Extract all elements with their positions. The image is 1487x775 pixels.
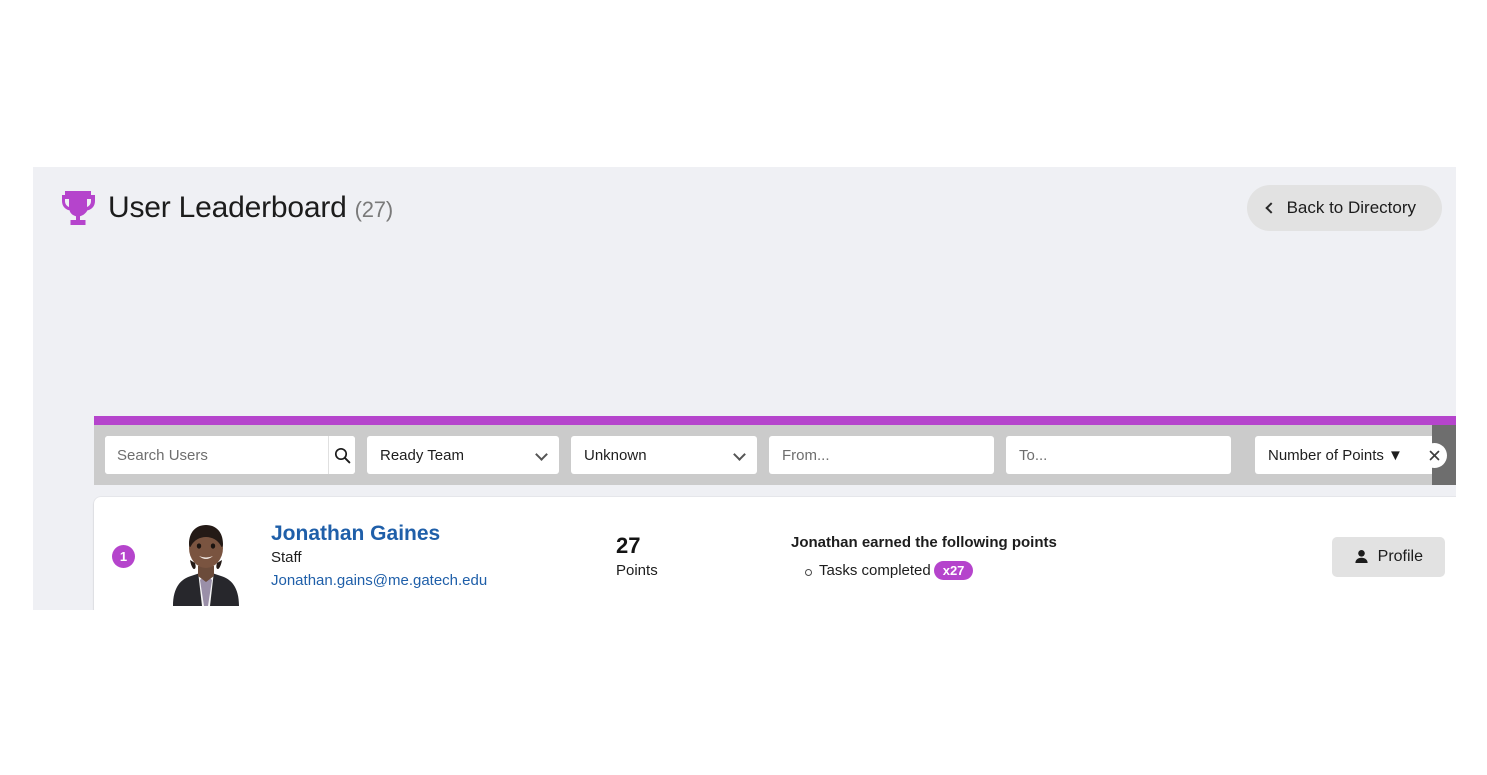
back-to-directory-label: Back to Directory xyxy=(1286,197,1416,217)
table-row: 1 Jonathan Gaines Staff Jonathan.gains@m… xyxy=(94,497,1456,610)
earned-block: Jonathan earned the following points Tas… xyxy=(791,534,1332,580)
profile-block: Profile xyxy=(1331,536,1445,577)
leaderboard-card: User Leaderboard (27) Back to Directory xyxy=(33,167,1456,610)
chevron-down-icon xyxy=(535,448,548,461)
avatar xyxy=(157,507,255,606)
search-button[interactable] xyxy=(328,436,355,474)
earned-item-label: Tasks completed xyxy=(819,561,931,579)
user-count: (27) xyxy=(354,196,394,222)
leaderboard-list: 1 Jonathan Gaines Staff Jonathan.gains@m… xyxy=(94,497,1456,610)
list-item: Tasks completed x27 xyxy=(791,560,1320,580)
search-input[interactable] xyxy=(105,436,328,474)
close-filters-button[interactable] xyxy=(1422,442,1447,468)
close-icon xyxy=(1429,450,1440,460)
role-filter-select[interactable]: Unknown xyxy=(571,436,757,474)
earned-title: Jonathan earned the following points xyxy=(791,533,1057,551)
date-to-input[interactable] xyxy=(1006,436,1231,474)
filter-close-panel xyxy=(1422,425,1456,485)
points-value: 27 xyxy=(616,533,641,559)
trophy-icon xyxy=(62,190,95,225)
sort-by-value: Number of Points ▼ xyxy=(1268,446,1403,464)
rank-badge: 1 xyxy=(112,545,135,568)
accent-bar xyxy=(94,416,1456,425)
page-title: User Leaderboard (27) xyxy=(108,191,393,225)
chevron-left-icon xyxy=(1264,201,1277,214)
avatar-photo-icon xyxy=(157,507,255,606)
page-root: User Leaderboard (27) Back to Directory xyxy=(0,0,1487,775)
earned-list: Tasks completed x27 xyxy=(791,560,1320,580)
user-name-link[interactable]: Jonathan Gaines xyxy=(271,521,616,547)
user-email-link[interactable]: Jonathan.gains@me.gatech.edu xyxy=(271,570,616,593)
earned-count-badge: x27 xyxy=(933,560,974,580)
search-icon xyxy=(334,447,350,463)
team-filter-value: Ready Team xyxy=(380,446,464,464)
points-block: 27 Points xyxy=(616,532,791,581)
points-label: Points xyxy=(616,561,658,579)
filter-bar: Ready Team Unknown Number of Points ▼ xyxy=(94,425,1456,485)
team-filter-select[interactable]: Ready Team xyxy=(367,436,559,474)
profile-button-label: Profile xyxy=(1377,547,1423,565)
profile-button[interactable]: Profile xyxy=(1331,536,1445,577)
role-filter-value: Unknown xyxy=(584,446,647,464)
back-to-directory-button[interactable]: Back to Directory xyxy=(1246,184,1442,231)
date-from-input[interactable] xyxy=(769,436,994,474)
user-info: Jonathan Gaines Staff Jonathan.gains@me.… xyxy=(271,521,616,592)
page-title-text: User Leaderboard xyxy=(108,190,347,224)
user-role: Staff xyxy=(271,549,302,567)
person-icon xyxy=(1355,550,1368,563)
search-group xyxy=(105,436,355,474)
card-header: User Leaderboard (27) Back to Directory xyxy=(33,167,1456,248)
chevron-down-icon xyxy=(733,448,746,461)
